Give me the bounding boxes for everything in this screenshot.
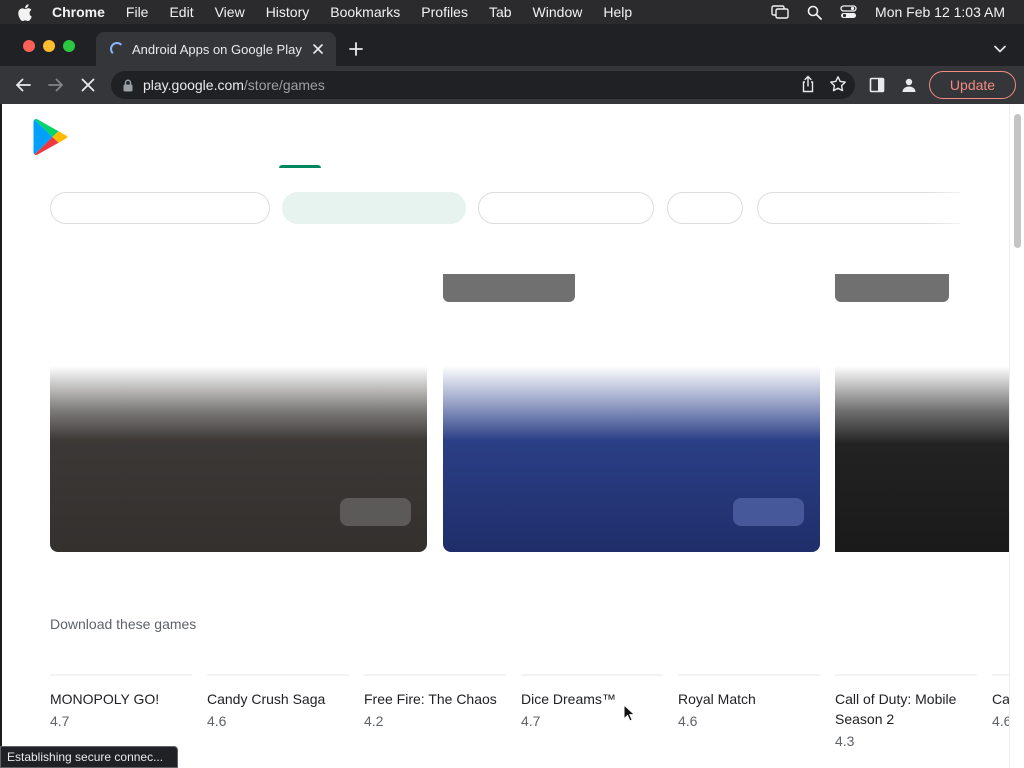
game-thumbnail-placeholder xyxy=(992,674,1009,676)
url-path: /store/games xyxy=(243,77,325,93)
card-install-button-placeholder[interactable] xyxy=(733,498,804,526)
game-name: Candy Crush Saga xyxy=(207,691,326,707)
tab-close-icon[interactable] xyxy=(308,39,328,59)
browser-status-bubble: Establishing secure connec... xyxy=(0,746,178,768)
game-item-candy-crush-saga[interactable]: Candy Crush Saga 4.6 xyxy=(207,674,349,731)
menu-window[interactable]: Window xyxy=(533,4,583,20)
game-item-monopoly-go[interactable]: MONOPOLY GO! 4.7 xyxy=(50,674,192,731)
menu-tab[interactable]: Tab xyxy=(489,4,512,20)
game-thumbnail-placeholder xyxy=(521,674,663,676)
game-rating: 4.6 xyxy=(678,713,698,729)
card-install-button-placeholder[interactable] xyxy=(340,498,411,526)
profile-avatar-icon[interactable] xyxy=(897,73,921,97)
window-zoom-button[interactable] xyxy=(63,40,75,52)
menu-file[interactable]: File xyxy=(126,4,149,20)
game-name: Royal Match xyxy=(678,691,756,707)
menu-history[interactable]: History xyxy=(266,4,310,20)
tab-title: Android Apps on Google Play xyxy=(132,41,302,57)
window-minimize-button[interactable] xyxy=(43,40,55,52)
game-thumbnail-placeholder xyxy=(207,674,349,676)
game-name: Ca Sa xyxy=(992,691,1009,707)
update-button[interactable]: Update xyxy=(929,71,1016,99)
back-arrow-icon[interactable] xyxy=(11,73,35,97)
game-thumbnail-placeholder xyxy=(364,674,506,676)
game-item-dice-dreams[interactable]: Dice Dreams™ 4.7 xyxy=(521,674,663,731)
games-tab-indicator xyxy=(279,165,321,168)
browser-tab-active[interactable]: Android Apps on Google Play xyxy=(96,32,336,66)
featured-game-card[interactable] xyxy=(835,366,1009,552)
game-item-free-fire[interactable]: Free Fire: The Chaos 4.2 xyxy=(364,674,506,731)
side-panel-icon[interactable] xyxy=(865,73,889,97)
game-item-royal-match[interactable]: Royal Match 4.6 xyxy=(678,674,820,731)
menu-help[interactable]: Help xyxy=(603,4,632,20)
tab-search-chevron-icon[interactable] xyxy=(990,39,1010,59)
game-item-partial[interactable]: Ca Sa 4.6 xyxy=(992,674,1009,731)
game-rating: 4.6 xyxy=(992,713,1009,729)
section-title: Download these games xyxy=(50,616,197,632)
browser-tab-strip: Android Apps on Google Play xyxy=(0,24,1024,66)
game-rating: 4.2 xyxy=(364,713,384,729)
menu-view[interactable]: View xyxy=(215,4,245,20)
share-icon[interactable] xyxy=(801,75,815,96)
featured-game-card[interactable] xyxy=(443,366,820,552)
loading-spinner-icon xyxy=(110,42,124,56)
category-chip-placeholder[interactable] xyxy=(667,192,743,224)
lock-icon[interactable] xyxy=(123,79,133,92)
menu-bookmarks[interactable]: Bookmarks xyxy=(330,4,400,20)
scrollbar-thumb[interactable] xyxy=(1014,114,1021,248)
browser-toolbar: play.google.com/store/games Update xyxy=(0,66,1024,104)
menu-edit[interactable]: Edit xyxy=(169,4,193,20)
game-rating: 4.7 xyxy=(50,713,70,729)
url-host: play.google.com xyxy=(143,77,244,93)
game-rating: 4.3 xyxy=(835,733,855,749)
featured-game-card[interactable] xyxy=(50,366,427,552)
menu-bar-clock[interactable]: Mon Feb 12 1:03 AM xyxy=(875,4,1005,20)
game-name: Call of Duty: Mobile Season 2 xyxy=(835,691,957,727)
card-title-placeholder xyxy=(835,274,949,302)
bookmark-star-icon[interactable] xyxy=(829,75,847,96)
address-bar[interactable]: play.google.com/store/games xyxy=(111,71,855,99)
google-play-games-page: Download these games MONOPOLY GO! 4.7 Ca… xyxy=(2,104,1009,768)
game-name: Dice Dreams™ xyxy=(521,691,616,707)
menu-bar-status-area: Mon Feb 12 1:03 AM xyxy=(771,0,1024,24)
game-item-call-of-duty-mobile[interactable]: Call of Duty: Mobile Season 2 4.3 xyxy=(835,674,977,751)
game-rating: 4.7 xyxy=(521,713,541,729)
game-thumbnail-placeholder xyxy=(678,674,820,676)
new-tab-plus-icon[interactable] xyxy=(346,39,366,59)
game-rating: 4.6 xyxy=(207,713,227,729)
menu-profiles[interactable]: Profiles xyxy=(421,4,468,20)
control-center-icon[interactable] xyxy=(840,5,857,19)
menu-chrome[interactable]: Chrome xyxy=(52,4,105,20)
game-thumbnail-placeholder xyxy=(835,674,977,676)
screen-mirroring-icon[interactable] xyxy=(771,5,789,19)
game-name: MONOPOLY GO! xyxy=(50,691,160,707)
category-chip-selected[interactable] xyxy=(282,192,466,224)
apple-icon[interactable] xyxy=(18,0,36,24)
stop-loading-x-icon[interactable] xyxy=(76,73,100,97)
game-thumbnail-placeholder xyxy=(50,674,192,676)
category-chip-placeholder[interactable] xyxy=(478,192,654,224)
game-name: Free Fire: The Chaos xyxy=(364,691,497,707)
forward-arrow-icon[interactable] xyxy=(44,73,68,97)
card-title-placeholder xyxy=(443,274,575,302)
window-close-button[interactable] xyxy=(23,40,35,52)
google-play-logo-icon[interactable] xyxy=(33,118,69,161)
chip-row-edge xyxy=(960,188,1009,228)
mouse-pointer-icon xyxy=(623,703,636,727)
page-scrollbar[interactable] xyxy=(1009,104,1024,768)
category-chip-placeholder[interactable] xyxy=(50,192,270,224)
macos-menu-bar: Chrome File Edit View History Bookmarks … xyxy=(0,0,1024,24)
spotlight-search-icon[interactable] xyxy=(807,5,822,20)
